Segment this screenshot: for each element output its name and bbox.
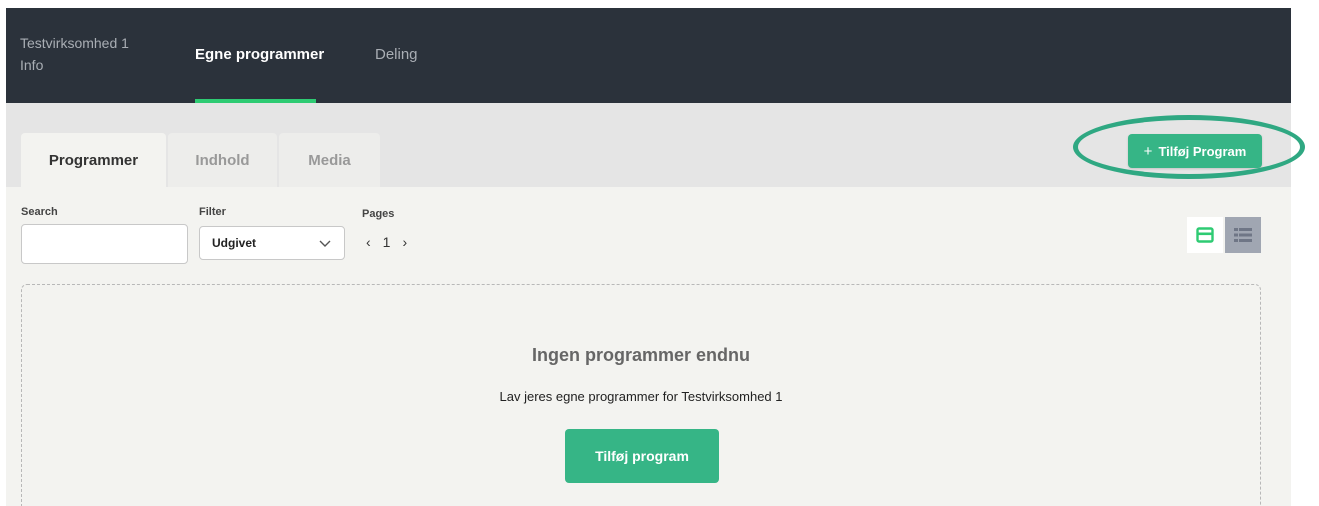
nav-tab-egne-programmer[interactable]: Egne programmer	[195, 46, 324, 63]
pages-label: Pages	[362, 208, 395, 220]
next-page-icon[interactable]: ›	[402, 234, 407, 250]
tab-programmer[interactable]: Programmer	[21, 133, 166, 187]
company-info-link[interactable]: Testvirksomhed 1 Info	[20, 32, 129, 76]
search-label: Search	[21, 206, 58, 218]
list-view-icon	[1234, 228, 1252, 242]
highlight-annotation-ring	[1073, 115, 1305, 179]
add-program-button[interactable]: Tilføj program	[565, 429, 719, 483]
previous-page-icon[interactable]: ‹	[366, 234, 371, 250]
top-navigation: Testvirksomhed 1 Info Egne programmer De…	[6, 8, 1291, 103]
pagination: ‹ 1 ›	[366, 234, 407, 250]
search-input[interactable]	[21, 224, 188, 264]
tab-indhold[interactable]: Indhold	[168, 133, 277, 187]
chevron-down-icon	[319, 240, 331, 247]
nav-tab-deling[interactable]: Deling	[375, 46, 418, 63]
empty-state-description: Lav jeres egne programmer for Testvirkso…	[499, 389, 783, 404]
filter-select[interactable]: Udgivet	[199, 226, 345, 260]
current-page-number[interactable]: 1	[383, 234, 391, 250]
card-view-icon	[1196, 227, 1214, 243]
tab-media[interactable]: Media	[279, 133, 380, 187]
list-view-button[interactable]	[1225, 217, 1261, 253]
filter-label: Filter	[199, 206, 226, 218]
empty-state-panel: Ingen programmer endnu Lav jeres egne pr…	[21, 284, 1261, 506]
card-view-button[interactable]	[1187, 217, 1223, 253]
app-window: Testvirksomhed 1 Info Egne programmer De…	[6, 8, 1291, 506]
filter-selected-value: Udgivet	[212, 236, 257, 250]
empty-state-title: Ingen programmer endnu	[531, 345, 751, 365]
